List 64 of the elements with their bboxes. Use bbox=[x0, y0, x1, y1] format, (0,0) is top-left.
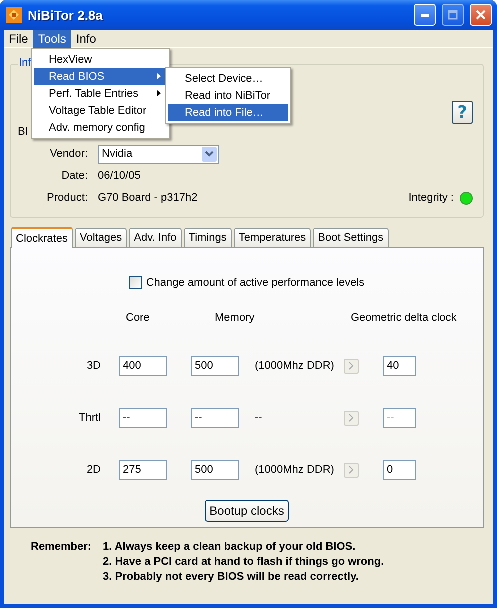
maximize-icon bbox=[448, 10, 458, 20]
close-icon bbox=[476, 10, 486, 20]
field-value: G70 Board - p317h2 bbox=[98, 192, 199, 204]
core-clock-field[interactable]: 400 bbox=[119, 356, 167, 376]
note-text: 2. Have a PCI card at hand to flash if things go wrong. bbox=[103, 556, 386, 568]
memory-clock-field[interactable]: 500 bbox=[191, 356, 239, 376]
menu-item[interactable]: Perf. Table Entries bbox=[34, 85, 167, 102]
memory-note: (1000Mhz DDR) bbox=[255, 360, 336, 372]
close-button[interactable] bbox=[470, 4, 492, 26]
note-text: 1. Always keep a clean backup of your old BIOS. bbox=[103, 541, 357, 553]
field-label: Date: bbox=[60, 170, 88, 182]
menu-item[interactable]: Read into NiBiTor bbox=[168, 87, 288, 104]
arrow-button[interactable] bbox=[344, 462, 359, 478]
arrow-button[interactable] bbox=[344, 358, 359, 374]
field-value: 06/10/05 bbox=[98, 170, 142, 182]
menu-item[interactable]: Select Device… bbox=[168, 70, 288, 87]
menu-item[interactable]: Read into File… bbox=[168, 104, 288, 121]
minimize-button[interactable] bbox=[414, 4, 436, 26]
minimize-icon bbox=[421, 14, 429, 16]
column-header: Geometric delta clock bbox=[350, 312, 458, 324]
memory-note: (1000Mhz DDR) bbox=[255, 464, 336, 476]
row-label: 3D bbox=[86, 360, 101, 372]
tab[interactable]: Clockrates bbox=[11, 227, 73, 248]
maximize-button[interactable] bbox=[442, 4, 464, 26]
bootup-clocks-button[interactable]: Bootup clocks bbox=[204, 500, 290, 522]
menu-item[interactable]: Tools bbox=[33, 30, 72, 48]
help-button[interactable]: ? bbox=[452, 101, 473, 124]
core-clock-field[interactable]: 275 bbox=[119, 460, 167, 480]
checkbox-label: Change amount of active performance levels bbox=[146, 276, 365, 288]
note-text: 3. Probably not every BIOS will be read correctly. bbox=[103, 571, 360, 583]
row-label: 2D bbox=[86, 464, 101, 476]
menu-item[interactable]: Info bbox=[71, 30, 102, 48]
vendor-dropdown[interactable]: Nvidia bbox=[98, 144, 219, 164]
tab[interactable]: Voltages bbox=[74, 228, 128, 247]
menu-item[interactable]: Read BIOS bbox=[34, 68, 167, 85]
delta-clock-field[interactable]: 40 bbox=[383, 356, 416, 376]
tab[interactable]: Adv. Info bbox=[129, 228, 182, 247]
field-label: Vendor: bbox=[49, 148, 88, 160]
memory-note: -- bbox=[255, 412, 264, 424]
chevron-right-icon bbox=[349, 414, 354, 422]
memory-clock-field[interactable]: 500 bbox=[191, 460, 239, 480]
delta-clock-field[interactable]: 0 bbox=[383, 460, 416, 480]
window-title: NiBiTor 2.8a bbox=[28, 8, 104, 22]
arrow-button[interactable] bbox=[344, 410, 359, 426]
menu-item[interactable]: File bbox=[4, 30, 34, 48]
checkbox[interactable] bbox=[129, 276, 142, 289]
integrity-label: Integrity : bbox=[408, 192, 454, 204]
menu-item[interactable]: Voltage Table Editor bbox=[34, 102, 167, 119]
chevron-down-icon bbox=[205, 151, 214, 157]
group-title: Inf bbox=[18, 57, 32, 69]
field-label: BI bbox=[18, 126, 28, 140]
menu-item[interactable]: Adv. memory config bbox=[34, 119, 167, 136]
tab[interactable]: Temperatures bbox=[234, 228, 312, 247]
column-header: Core bbox=[125, 312, 151, 324]
chevron-right-icon bbox=[349, 362, 354, 370]
column-header: Memory bbox=[214, 312, 256, 324]
field-label: Product: bbox=[46, 192, 88, 204]
notes-label: Remember: bbox=[31, 541, 93, 553]
tab[interactable]: Timings bbox=[184, 228, 232, 247]
menu-item[interactable]: HexView bbox=[34, 51, 167, 68]
tab[interactable]: Boot Settings bbox=[313, 228, 389, 247]
app-icon bbox=[6, 7, 22, 23]
chevron-right-icon bbox=[349, 466, 354, 474]
row-label: Thrtl bbox=[78, 412, 101, 424]
